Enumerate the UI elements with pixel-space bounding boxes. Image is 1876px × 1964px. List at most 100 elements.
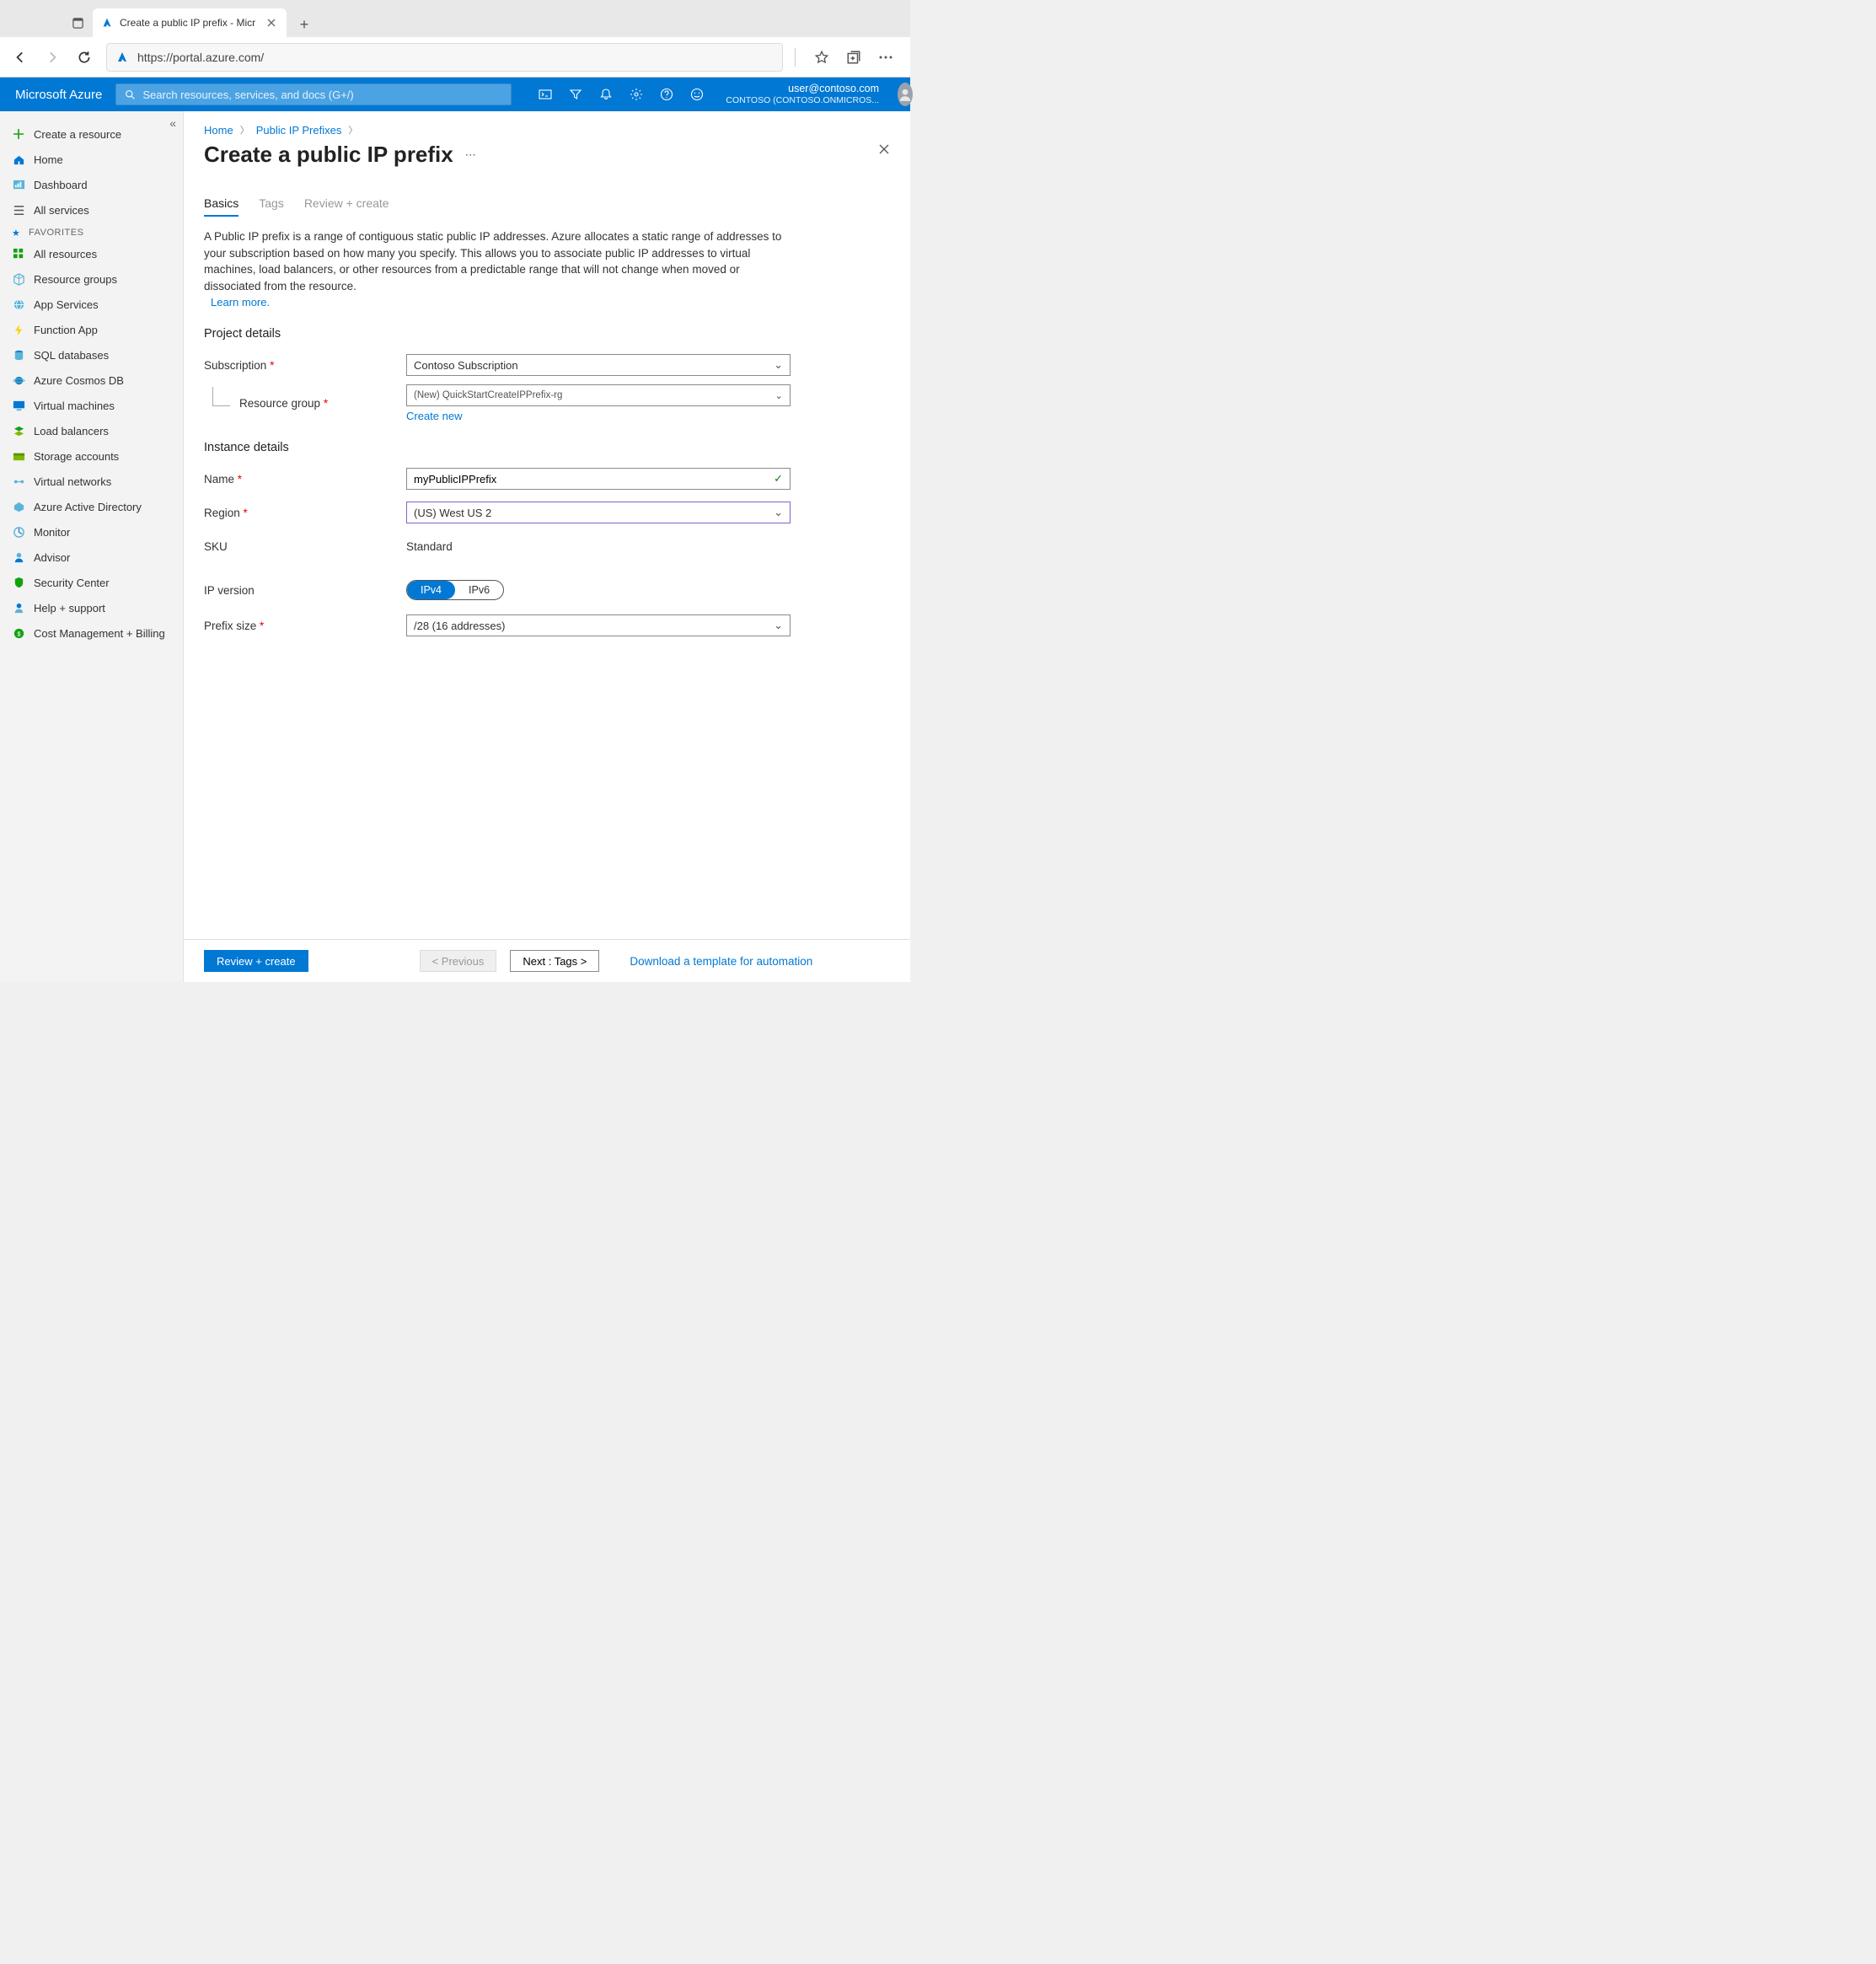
chevron-icon: 〉: [240, 123, 249, 137]
sidebar-app-services[interactable]: App Services: [0, 292, 183, 317]
back-button[interactable]: [10, 47, 30, 67]
sidebar-aad[interactable]: Azure Active Directory: [0, 494, 183, 519]
review-create-button[interactable]: Review + create: [204, 950, 308, 972]
sidebar-all-services[interactable]: All services: [0, 197, 183, 223]
crumb-prefixes[interactable]: Public IP Prefixes: [256, 124, 342, 137]
learn-more-link[interactable]: Learn more.: [211, 296, 890, 309]
sidebar-create-resource[interactable]: Create a resource: [0, 121, 183, 147]
pill-ipv4[interactable]: IPv4: [407, 581, 455, 599]
download-template-link[interactable]: Download a template for automation: [630, 955, 812, 968]
prefix-size-select[interactable]: /28 (16 addresses)⌄: [406, 614, 791, 636]
filter-icon[interactable]: [569, 88, 582, 101]
azure-icon: [101, 17, 113, 29]
person-help-icon: [12, 601, 25, 614]
vnet-icon: [12, 475, 25, 488]
description-text: A Public IP prefix is a range of contigu…: [204, 228, 794, 294]
subscription-select[interactable]: Contoso Subscription⌄: [406, 354, 791, 376]
brand-label[interactable]: Microsoft Azure: [15, 88, 102, 102]
pill-ipv6[interactable]: IPv6: [455, 581, 503, 599]
label-sku: SKU: [204, 540, 406, 553]
azure-header: Microsoft Azure user@contoso.com CONTOSO…: [0, 78, 910, 111]
collapse-sidebar-icon[interactable]: «: [169, 116, 176, 130]
cost-icon: $: [12, 626, 25, 640]
chevron-down-icon: ⌄: [775, 389, 783, 401]
database-icon: [12, 348, 25, 362]
crumb-home[interactable]: Home: [204, 124, 233, 137]
browser-tab-strip: Create a public IP prefix - Micr +: [0, 0, 910, 37]
sidebar-vms[interactable]: Virtual machines: [0, 393, 183, 418]
sidebar-cosmos[interactable]: Azure Cosmos DB: [0, 368, 183, 393]
sidebar-advisor[interactable]: Advisor: [0, 545, 183, 570]
bolt-icon: [12, 323, 25, 336]
separator: [795, 48, 796, 67]
notifications-icon[interactable]: [599, 88, 613, 101]
sidebar-function-app[interactable]: Function App: [0, 317, 183, 342]
pinned-tab-icon[interactable]: [66, 8, 89, 37]
label-resource-group: Resource group *: [204, 397, 406, 410]
cloud-shell-icon[interactable]: [539, 88, 552, 101]
tab-basics[interactable]: Basics: [204, 196, 239, 217]
more-actions-icon[interactable]: ⋯: [465, 148, 478, 162]
close-blade-button[interactable]: [878, 143, 890, 155]
feedback-icon[interactable]: [690, 88, 704, 101]
label-ip-version: IP version: [204, 584, 406, 597]
sidebar-lb[interactable]: Load balancers: [0, 418, 183, 443]
shield-icon: [12, 576, 25, 589]
forward-button[interactable]: [42, 47, 62, 67]
label-prefix-size: Prefix size *: [204, 620, 406, 632]
create-new-link[interactable]: Create new: [406, 410, 462, 422]
cosmos-icon: [12, 373, 25, 387]
tab-close-icon[interactable]: [265, 16, 278, 30]
sidebar-cost[interactable]: $Cost Management + Billing: [0, 620, 183, 646]
url-text: https://portal.azure.com/: [137, 51, 264, 64]
sidebar-dashboard[interactable]: Dashboard: [0, 172, 183, 197]
refresh-button[interactable]: [74, 47, 94, 67]
sidebar-monitor[interactable]: Monitor: [0, 519, 183, 545]
tab-review[interactable]: Review + create: [304, 196, 389, 217]
next-button[interactable]: Next : Tags >: [510, 950, 599, 972]
region-select[interactable]: (US) West US 2⌄: [406, 502, 791, 523]
global-search[interactable]: [115, 83, 512, 105]
tab-title: Create a public IP prefix - Micr: [120, 17, 258, 29]
browser-tab-active[interactable]: Create a public IP prefix - Micr: [93, 8, 287, 37]
wizard-tabs: Basics Tags Review + create: [184, 173, 910, 217]
settings-icon[interactable]: [630, 88, 643, 101]
user-email: user@contoso.com: [726, 83, 879, 95]
sidebar-resource-groups[interactable]: Resource groups: [0, 266, 183, 292]
chevron-down-icon: ⌄: [774, 358, 783, 372]
section-instance-details: Instance details: [204, 441, 890, 454]
sidebar-storage[interactable]: Storage accounts: [0, 443, 183, 469]
user-tenant: CONTOSO (CONTOSO.ONMICROS...: [726, 95, 879, 106]
sidebar-vnet[interactable]: Virtual networks: [0, 469, 183, 494]
chevron-icon: 〉: [348, 123, 357, 137]
menu-icon[interactable]: [878, 55, 893, 60]
sidebar-sql[interactable]: SQL databases: [0, 342, 183, 368]
page-title: Create a public IP prefix: [204, 142, 453, 168]
sku-value: Standard: [406, 540, 453, 553]
account-info[interactable]: user@contoso.com CONTOSO (CONTOSO.ONMICR…: [726, 83, 879, 106]
sidebar: « Create a resource Home Dashboard All s…: [0, 111, 184, 982]
ip-version-toggle: IPv4 IPv6: [406, 580, 504, 600]
favorite-icon[interactable]: [814, 50, 829, 65]
collections-icon[interactable]: [846, 50, 861, 65]
new-tab-button[interactable]: +: [292, 12, 317, 37]
name-input[interactable]: ✓: [406, 468, 791, 490]
tab-tags[interactable]: Tags: [259, 196, 284, 217]
address-bar[interactable]: https://portal.azure.com/: [106, 43, 783, 72]
sidebar-help[interactable]: Help + support: [0, 595, 183, 620]
resource-group-select[interactable]: (New) QuickStartCreateIPPrefix-rg⌄: [406, 384, 791, 406]
help-icon[interactable]: [660, 88, 673, 101]
avatar[interactable]: [898, 83, 913, 106]
list-icon: [12, 203, 25, 217]
search-input[interactable]: [142, 89, 502, 101]
advisor-icon: [12, 550, 25, 564]
sidebar-all-resources[interactable]: All resources: [0, 241, 183, 266]
dashboard-icon: [12, 178, 25, 191]
globe-icon: [12, 298, 25, 311]
sidebar-home[interactable]: Home: [0, 147, 183, 172]
main-blade: Home 〉 Public IP Prefixes 〉 Create a pub…: [184, 111, 910, 982]
sidebar-security[interactable]: Security Center: [0, 570, 183, 595]
vm-icon: [12, 399, 25, 412]
search-icon: [125, 89, 136, 100]
aad-icon: [12, 500, 25, 513]
